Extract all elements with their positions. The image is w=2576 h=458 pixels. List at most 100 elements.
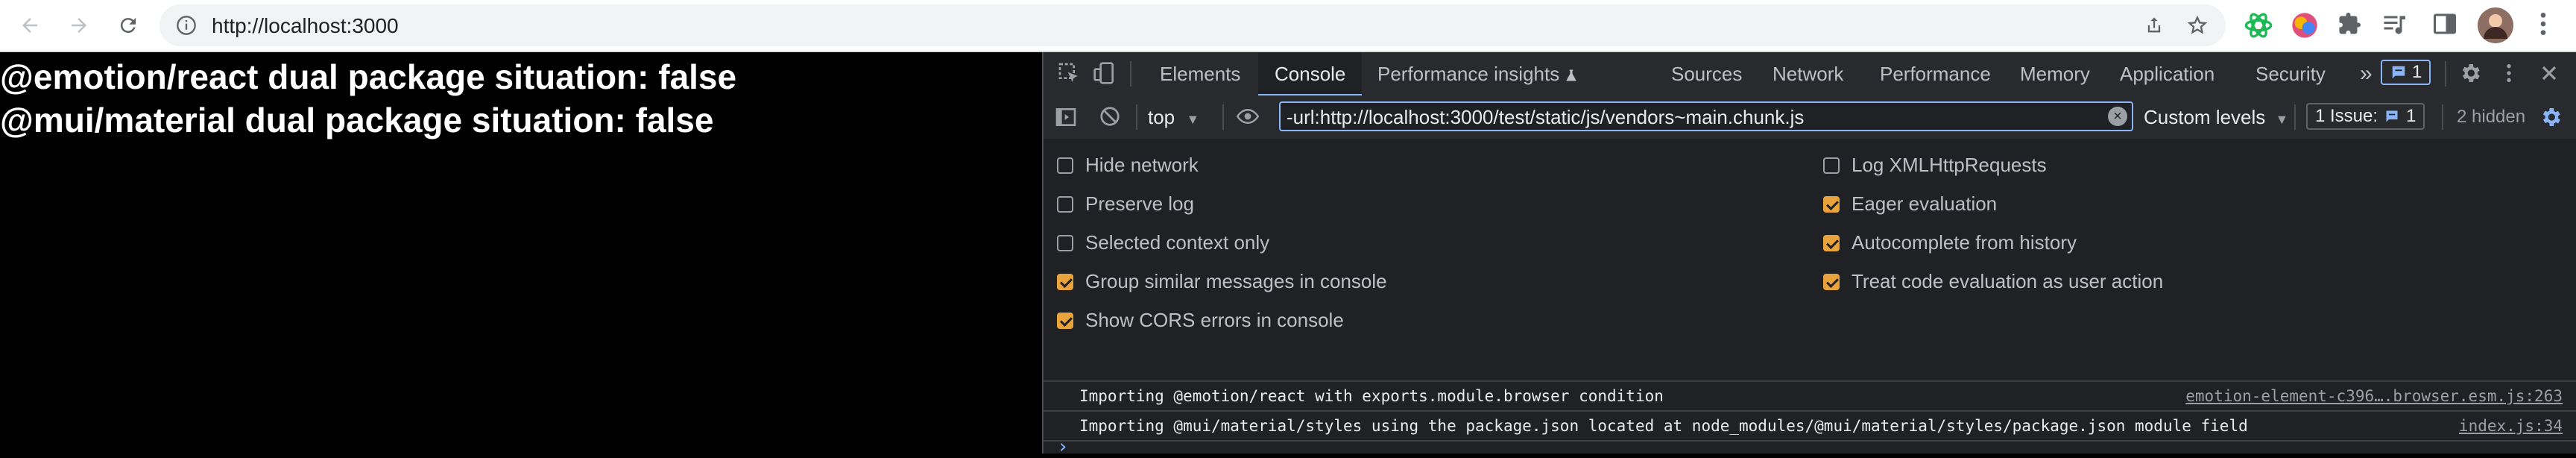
kebab-menu-icon	[2507, 64, 2511, 82]
extensions-button[interactable]	[2336, 10, 2366, 40]
toolbar-separator	[1136, 104, 1137, 130]
side-panel-icon	[2434, 13, 2456, 34]
tab-security[interactable]: Security	[2241, 52, 2340, 95]
log-xhr-label: Log XMLHttpRequests	[1852, 154, 2047, 176]
browser-toolbar: http://localhost:3000	[0, 0, 2576, 52]
messages-badge-count: 1	[2412, 62, 2422, 82]
block-icon	[1100, 107, 1120, 126]
forward-button[interactable]	[61, 7, 97, 43]
tab-console[interactable]: Console	[1258, 52, 1363, 97]
devtools-menu-button[interactable]	[2497, 61, 2521, 89]
tab-performance[interactable]: Performance	[1865, 52, 2006, 95]
tab-performance-insights[interactable]: Performance insights	[1363, 52, 1593, 95]
react-devtools-icon	[2244, 13, 2273, 38]
reload-button[interactable]	[110, 7, 146, 43]
tab-network[interactable]: Network	[1758, 52, 1858, 95]
live-expression-button[interactable]	[1234, 105, 1261, 131]
issues-button[interactable]: 1 Issue: 1	[2306, 103, 2425, 130]
clear-filter-button[interactable]: ×	[2108, 107, 2127, 126]
more-tabs-button[interactable]: »	[2349, 52, 2383, 95]
hide-network-option[interactable]: Hide network	[1057, 154, 1199, 177]
console-settings-button[interactable]	[2539, 105, 2563, 133]
device-toolbar-button[interactable]	[1093, 61, 1117, 89]
messages-badge[interactable]: 1	[2381, 60, 2431, 85]
gear-icon	[2462, 64, 2480, 82]
console-message-source-link[interactable]: emotion-element-c396….browser.esm.js:263	[2185, 387, 2563, 405]
console-message-source-link[interactable]: index.js:34	[2459, 417, 2563, 435]
bookmark-button[interactable]	[2187, 15, 2208, 40]
console-message-text: Importing @emotion/react with exports.mo…	[1079, 387, 1664, 405]
console-prompt[interactable]: ›	[1057, 436, 1069, 458]
browser-menu-button[interactable]	[2528, 9, 2558, 39]
caret-down-icon: ▼	[2275, 112, 2289, 127]
extension-react-button[interactable]	[2244, 10, 2273, 40]
cors-errors-checkbox[interactable]	[1057, 312, 1073, 329]
side-panel-button[interactable]	[2431, 10, 2461, 40]
cors-errors-option[interactable]: Show CORS errors in console	[1057, 309, 1344, 332]
emotion-status-text: @emotion/react dual package situation: f…	[0, 57, 737, 96]
arrow-left-icon	[22, 18, 37, 33]
url-text[interactable]: http://localhost:3000	[212, 14, 399, 38]
user-action-checkbox[interactable]	[1823, 273, 1840, 290]
log-xhr-option[interactable]: Log XMLHttpRequests	[1823, 154, 2047, 177]
autocomplete-history-checkbox[interactable]	[1823, 234, 1840, 251]
console-settings-pane: Hide network Preserve log Selected conte…	[1044, 139, 2576, 382]
eager-evaluation-checkbox[interactable]	[1823, 195, 1840, 213]
log-levels-dropdown[interactable]: Custom levels ▼	[2144, 95, 2288, 139]
extension-color-button[interactable]	[2290, 10, 2320, 40]
preserve-log-checkbox[interactable]	[1057, 195, 1073, 213]
devtools-tab-bar: Elements Console Performance insights So…	[1044, 52, 2576, 97]
devtools-panel: Elements Console Performance insights So…	[1042, 52, 2576, 458]
close-devtools-button[interactable]	[2537, 61, 2561, 89]
share-icon	[2147, 17, 2161, 33]
hide-network-label: Hide network	[1085, 154, 1199, 176]
user-action-option[interactable]: Treat code evaluation as user action	[1823, 270, 2163, 293]
selected-context-label: Selected context only	[1085, 231, 1270, 254]
close-icon	[2542, 66, 2557, 81]
console-filter-input[interactable]: -url:http://localhost:3000/test/static/j…	[1279, 101, 2133, 131]
color-extension-icon	[2292, 13, 2317, 38]
preserve-log-option[interactable]: Preserve log	[1057, 192, 1194, 216]
console-toolbar: top ▼ -url:http://localhost:3000/test/st…	[1044, 95, 2576, 140]
cors-errors-label: Show CORS errors in console	[1085, 309, 1344, 331]
inspect-icon	[1058, 63, 1078, 82]
gear-icon	[2542, 108, 2560, 126]
toolbar-separator-2	[1222, 104, 1224, 130]
site-info-button[interactable]	[176, 15, 197, 40]
user-action-label: Treat code evaluation as user action	[1852, 270, 2164, 292]
address-bar[interactable]: http://localhost:3000	[160, 4, 2226, 46]
share-button[interactable]	[2144, 15, 2165, 40]
issues-label: 1 Issue:	[2315, 106, 2378, 126]
autocomplete-history-option[interactable]: Autocomplete from history	[1823, 231, 2077, 254]
back-button[interactable]	[12, 7, 48, 43]
hide-network-checkbox[interactable]	[1057, 157, 1073, 174]
tab-elements[interactable]: Elements	[1145, 52, 1255, 95]
clear-console-button[interactable]	[1099, 105, 1121, 131]
media-controls-button[interactable]	[2381, 10, 2411, 40]
eager-evaluation-option[interactable]: Eager evaluation	[1823, 192, 1997, 216]
toggle-sidebar-button[interactable]	[1054, 105, 1078, 133]
tab-application[interactable]: Application	[2105, 52, 2229, 95]
message-icon	[2392, 66, 2405, 79]
selected-context-option[interactable]: Selected context only	[1057, 231, 1269, 254]
log-xhr-checkbox[interactable]	[1823, 157, 1840, 174]
mui-status-text: @mui/material dual package situation: fa…	[0, 101, 714, 139]
group-similar-checkbox[interactable]	[1057, 273, 1073, 290]
tab-memory[interactable]: Memory	[2005, 52, 2105, 95]
selected-context-checkbox[interactable]	[1057, 234, 1073, 251]
info-icon	[177, 16, 196, 35]
profile-avatar[interactable]	[2478, 7, 2513, 43]
toolbar-separator-4	[2442, 104, 2443, 130]
caret-down-icon: ▼	[1186, 112, 1200, 127]
context-selector[interactable]: top ▼	[1148, 95, 1199, 139]
tab-sources[interactable]: Sources	[1656, 52, 1757, 95]
puzzle-icon	[2339, 13, 2361, 34]
devtools-settings-button[interactable]	[2458, 61, 2482, 89]
inspect-element-button[interactable]	[1057, 61, 1081, 89]
context-selector-label: top	[1148, 106, 1175, 128]
group-similar-option[interactable]: Group similar messages in console	[1057, 270, 1387, 293]
reload-icon	[120, 18, 136, 34]
tabbar-separator	[1130, 61, 1131, 87]
kebab-menu-icon	[2540, 13, 2546, 35]
avatar-icon	[2478, 7, 2513, 43]
